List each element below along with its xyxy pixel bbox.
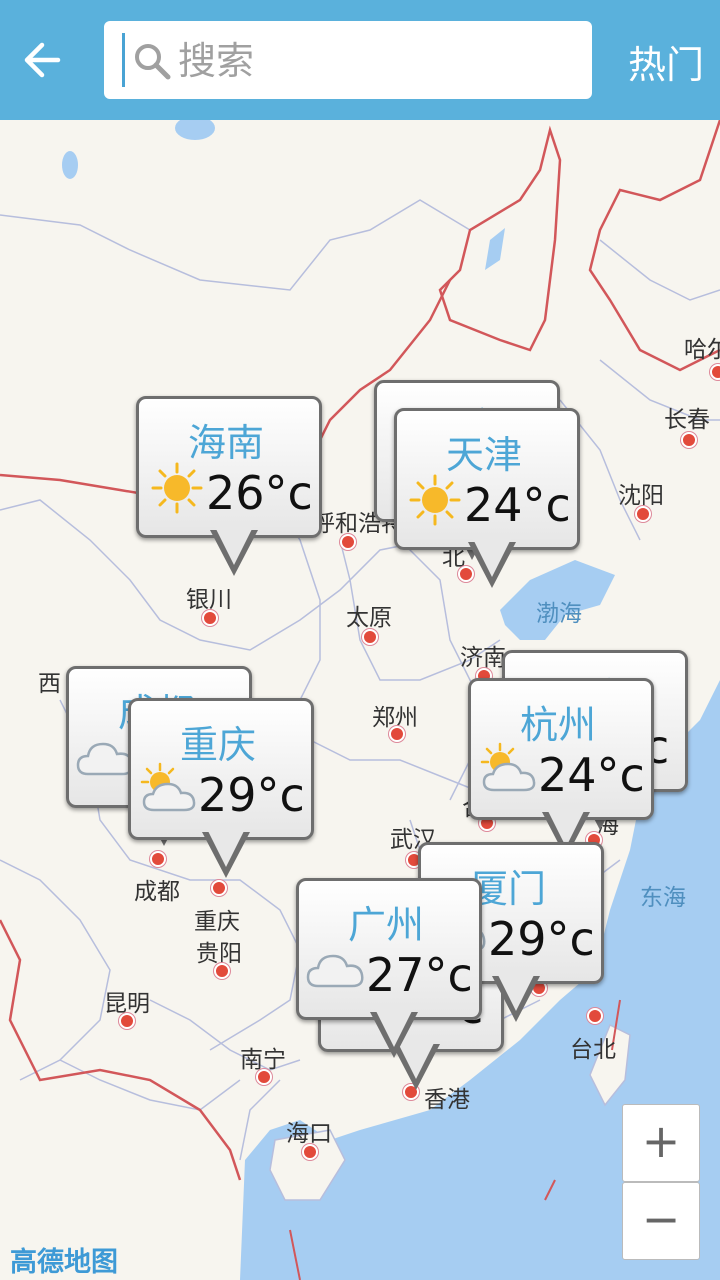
marker-temperature: 24°c bbox=[538, 748, 645, 802]
city-dot bbox=[681, 432, 697, 448]
city-dot bbox=[256, 1069, 272, 1085]
city-dot bbox=[214, 963, 230, 979]
map-view[interactable]: 哈尔 长春 沈阳 呼和浩特 北 银川 太原 渤海 济南 西 郑州 合 海 武汉 … bbox=[0, 120, 720, 1280]
search-icon bbox=[135, 44, 171, 80]
city-label-chengdu: 成都 bbox=[134, 879, 180, 905]
city-label-xining: 西 bbox=[38, 671, 61, 697]
sunny-icon bbox=[151, 462, 203, 514]
search-input[interactable] bbox=[176, 29, 580, 93]
weather-marker-tianjin[interactable]: 天津 24°c bbox=[394, 408, 580, 588]
marker-temperature: 24°c bbox=[464, 478, 571, 532]
city-label-shenyang: 沈阳 bbox=[618, 483, 664, 509]
partly-cloudy-icon bbox=[140, 762, 196, 812]
city-label-taiyuan: 太原 bbox=[346, 605, 392, 631]
marker-temperature: 29°c bbox=[198, 768, 305, 822]
search-box[interactable] bbox=[104, 21, 592, 99]
cloudy-icon bbox=[306, 954, 364, 988]
city-label-chongqing: 重庆 bbox=[194, 909, 240, 935]
marker-temperature: 29°c bbox=[488, 912, 595, 966]
city-dot bbox=[362, 629, 378, 645]
city-dot bbox=[635, 506, 651, 522]
sea-label-donghai: 东海 bbox=[640, 885, 686, 911]
city-dot bbox=[150, 851, 166, 867]
text-cursor bbox=[122, 33, 125, 87]
amap-logo: 高德地图 bbox=[10, 1247, 118, 1278]
top-bar: 热门 bbox=[0, 0, 720, 120]
partly-cloudy-icon bbox=[480, 742, 536, 792]
city-dot bbox=[389, 726, 405, 742]
zoom-out-button[interactable]: − bbox=[622, 1182, 700, 1260]
sunny-icon bbox=[409, 474, 461, 526]
hot-button[interactable]: 热门 bbox=[628, 34, 704, 89]
city-dot bbox=[202, 610, 218, 626]
city-dot bbox=[119, 1013, 135, 1029]
city-label-haikou: 海口 bbox=[286, 1121, 332, 1147]
weather-marker-guangzhou[interactable]: 广州 27°c bbox=[296, 878, 482, 1058]
arrow-left-icon[interactable] bbox=[18, 36, 70, 84]
city-dot bbox=[587, 1008, 603, 1024]
city-label-changchun: 长春 bbox=[664, 407, 710, 433]
city-dot bbox=[710, 364, 720, 380]
city-label-yinchuan: 银川 bbox=[186, 587, 232, 613]
city-dot bbox=[302, 1144, 318, 1160]
weather-marker-hangzhou[interactable]: 杭州 24°c bbox=[468, 678, 654, 858]
marker-temperature: 27°c bbox=[366, 948, 473, 1002]
marker-temperature: 26°c bbox=[206, 466, 313, 520]
city-dot bbox=[211, 880, 227, 896]
city-dot bbox=[340, 534, 356, 550]
sea-label-bohai: 渤海 bbox=[536, 601, 582, 627]
zoom-in-button[interactable]: + bbox=[622, 1104, 700, 1182]
weather-marker-chongqing[interactable]: 重庆 29°c bbox=[128, 698, 314, 878]
weather-marker-hainan[interactable]: 海南 26°c bbox=[136, 396, 322, 576]
city-label-harbin: 哈尔 bbox=[684, 337, 720, 363]
city-label-jinan: 济南 bbox=[460, 645, 506, 671]
city-label-taipei: 台北 bbox=[570, 1037, 616, 1063]
